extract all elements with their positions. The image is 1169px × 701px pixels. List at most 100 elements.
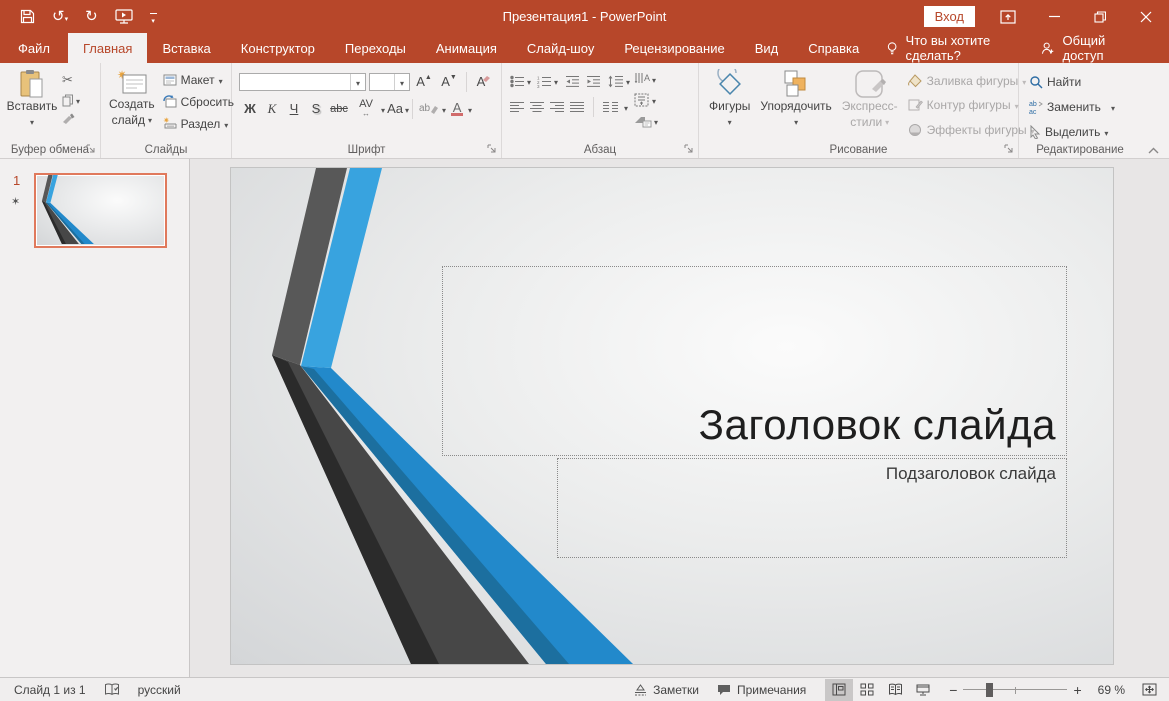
font-dialog-launcher[interactable]	[487, 144, 497, 154]
change-case-button[interactable]: Aa	[385, 98, 405, 119]
comments-toggle[interactable]: Примечания	[708, 678, 815, 701]
fit-slide-button[interactable]	[1133, 678, 1169, 701]
shapes-button[interactable]: Фигуры	[709, 69, 750, 140]
spellcheck-button[interactable]	[95, 678, 129, 701]
paragraph-dialog-launcher[interactable]	[684, 144, 694, 154]
text-direction-button[interactable]: A	[634, 70, 658, 88]
slideshow-view-button[interactable]	[909, 679, 937, 701]
normal-view-button[interactable]	[825, 679, 853, 701]
share-button[interactable]: Общий доступ	[1041, 33, 1169, 63]
slide-sorter-view-button[interactable]	[853, 679, 881, 701]
drawing-dialog-launcher[interactable]	[1004, 144, 1014, 154]
font-color-button[interactable]: A	[446, 98, 468, 119]
change-case-dropdown[interactable]	[405, 100, 409, 118]
title-placeholder[interactable]: Заголовок слайда	[442, 266, 1067, 456]
numbering-dropdown[interactable]	[554, 72, 558, 90]
language-button[interactable]: русский	[129, 678, 190, 701]
customize-qat-button[interactable]	[150, 9, 157, 24]
bold-button[interactable]: Ж	[239, 98, 261, 119]
bullets-button[interactable]	[510, 75, 525, 88]
align-right-button[interactable]	[550, 101, 564, 113]
zoom-slider-thumb[interactable]	[986, 683, 993, 697]
tab-insert[interactable]: Вставка	[147, 33, 225, 63]
strikethrough-button[interactable]: abc	[327, 98, 351, 119]
shapes-dropdown-icon[interactable]	[728, 114, 732, 130]
undo-button[interactable]	[52, 7, 68, 26]
columns-button[interactable]	[603, 101, 618, 113]
redo-button[interactable]	[85, 7, 98, 26]
slide-subtitle-text[interactable]: Подзаголовок слайда	[886, 459, 1066, 484]
character-spacing-button[interactable]: AV↔	[351, 98, 381, 119]
line-spacing-dropdown[interactable]	[626, 72, 630, 90]
tellme-box[interactable]: Что вы хотите сделать?	[886, 33, 1041, 63]
section-button[interactable]: ✷ Раздел	[163, 113, 234, 134]
quick-styles-button[interactable]: Экспресс- стили	[842, 69, 898, 140]
ribbon-display-options-button[interactable]	[985, 0, 1031, 33]
layout-button[interactable]: Макет	[163, 69, 234, 90]
slide-thumbnail[interactable]	[34, 173, 167, 248]
shrink-font-button[interactable]: A▼	[438, 71, 460, 92]
decrease-indent-button[interactable]	[565, 75, 580, 88]
underline-button[interactable]: Ч	[283, 98, 305, 119]
new-slide-button[interactable]: ✷ Создать слайд	[109, 69, 155, 140]
align-text-button[interactable]	[634, 91, 658, 109]
justify-button[interactable]	[570, 101, 584, 113]
reset-button[interactable]: Сбросить	[163, 91, 234, 112]
arrange-dropdown-icon[interactable]	[794, 114, 798, 130]
italic-button[interactable]: К	[261, 98, 283, 119]
tab-file[interactable]: Файл	[0, 33, 68, 63]
bullets-dropdown[interactable]	[527, 72, 531, 90]
font-size-combo[interactable]	[369, 73, 410, 91]
copy-button[interactable]	[62, 91, 80, 109]
paste-dropdown-icon[interactable]	[30, 114, 34, 130]
cut-button[interactable]: ✂	[62, 73, 80, 87]
columns-dropdown[interactable]	[624, 98, 628, 116]
font-color-dropdown[interactable]	[468, 100, 472, 118]
numbering-button[interactable]: 123	[537, 75, 552, 88]
restore-button[interactable]	[1077, 0, 1123, 33]
slide-thumbnail-panel[interactable]: 1	[0, 159, 190, 678]
tab-help[interactable]: Справка	[793, 33, 874, 63]
minimize-button[interactable]	[1031, 0, 1077, 33]
find-button[interactable]: Найти	[1029, 71, 1137, 92]
convert-smartart-button[interactable]	[634, 112, 658, 130]
replace-button[interactable]: abac Заменить	[1029, 96, 1137, 117]
slide-title-text[interactable]: Заголовок слайда	[699, 401, 1066, 455]
align-center-button[interactable]	[530, 101, 544, 113]
text-shadow-button[interactable]: S	[305, 98, 327, 119]
shape-fill-button[interactable]: Заливка фигуры	[908, 71, 1035, 91]
undo-dropdown-icon[interactable]	[65, 8, 69, 26]
zoom-level-button[interactable]: 69 %	[1090, 678, 1133, 701]
clipboard-dialog-launcher[interactable]	[86, 144, 96, 154]
save-icon[interactable]	[20, 9, 35, 24]
tab-review[interactable]: Рецензирование	[609, 33, 739, 63]
zoom-out-button[interactable]: −	[937, 678, 963, 701]
tab-animations[interactable]: Анимация	[421, 33, 512, 63]
zoom-in-button[interactable]: +	[1067, 678, 1089, 701]
tab-transitions[interactable]: Переходы	[330, 33, 421, 63]
collapse-ribbon-button[interactable]	[1148, 147, 1159, 154]
slide-canvas[interactable]: Заголовок слайда Подзаголовок слайда	[230, 167, 1114, 665]
close-button[interactable]	[1123, 0, 1169, 33]
font-name-combo[interactable]	[239, 73, 366, 91]
tab-home[interactable]: Главная	[68, 33, 147, 63]
highlight-color-button[interactable]: ab	[416, 98, 442, 119]
slide-counter[interactable]: Слайд 1 из 1	[0, 678, 95, 701]
grow-font-button[interactable]: A▲	[413, 71, 435, 92]
format-painter-button[interactable]	[62, 113, 80, 125]
shape-outline-button[interactable]: Контур фигуры	[908, 95, 1035, 115]
line-spacing-button[interactable]	[608, 75, 624, 88]
paste-button[interactable]: Вставить	[8, 69, 56, 140]
tab-design[interactable]: Конструктор	[226, 33, 330, 63]
notes-toggle[interactable]: Заметки	[625, 678, 708, 701]
signin-button[interactable]: Вход	[924, 6, 975, 27]
arrange-button[interactable]: Упорядочить	[760, 69, 831, 140]
shape-effects-button[interactable]: Эффекты фигуры	[908, 120, 1035, 140]
subtitle-placeholder[interactable]: Подзаголовок слайда	[557, 458, 1067, 558]
increase-indent-button[interactable]	[586, 75, 601, 88]
align-left-button[interactable]	[510, 101, 524, 113]
tab-view[interactable]: Вид	[740, 33, 794, 63]
zoom-slider[interactable]	[963, 679, 1067, 701]
clear-formatting-button[interactable]: A	[473, 71, 495, 92]
select-button[interactable]: Выделить	[1029, 121, 1137, 142]
